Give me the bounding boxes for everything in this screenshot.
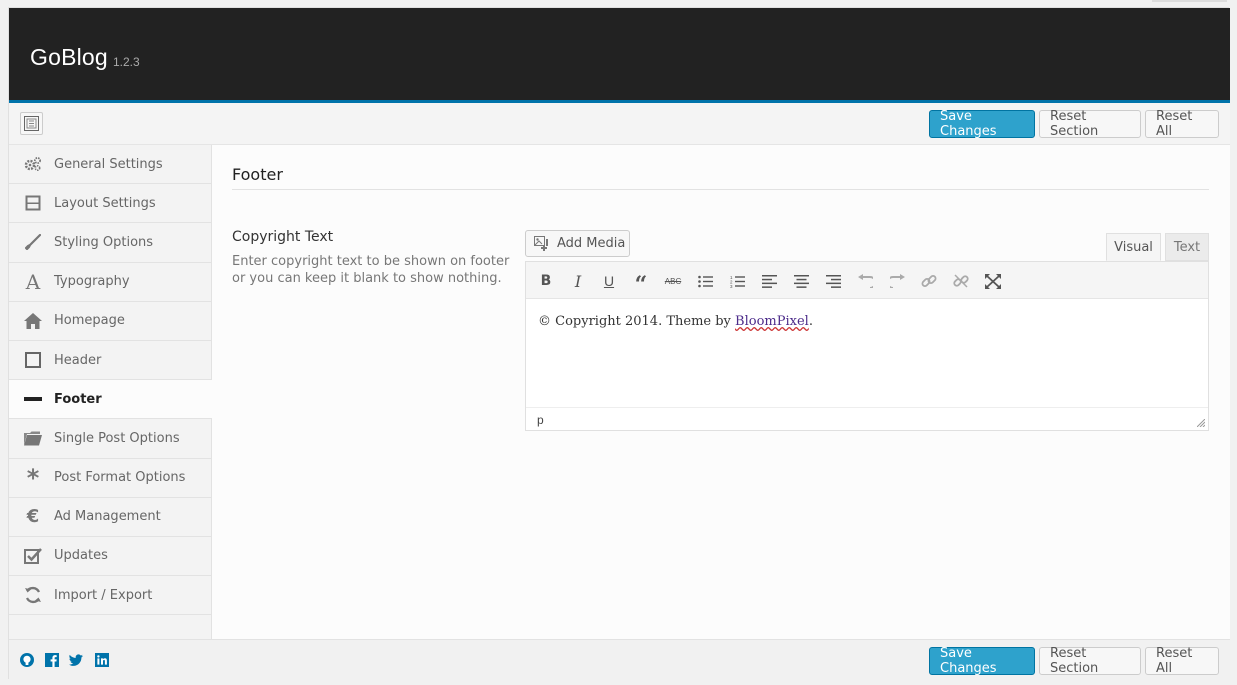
footer-reset-section-button[interactable]: Reset Section [1039,646,1141,676]
home-icon [23,311,43,331]
brush-icon [23,232,43,252]
sidebar-item-label: General Settings [54,156,163,172]
sidebar-item-label: Single Post Options [54,430,180,446]
app-title: GoBlog [30,44,108,70]
expand-options-button[interactable] [20,112,43,135]
sidebar-item-single-post-options[interactable]: Single Post Options [9,419,211,459]
editor-text-suffix: . [808,314,813,329]
panel-footer: Save Changes Reset Section Reset All [9,639,1230,680]
section-divider [232,189,1209,190]
reset-section-button[interactable]: Reset Section [1039,109,1141,139]
rich-text-editor: B I U “ ABC 123 © Copyright 2014. Theme … [525,261,1209,431]
sidebar-item-typography[interactable]: A Typography [9,263,211,302]
unlink-icon[interactable] [950,270,972,292]
linkedin-icon[interactable] [95,653,109,667]
underline-icon[interactable]: U [598,270,620,292]
editor-link[interactable]: BloomPixel [735,314,809,329]
italic-icon[interactable]: I [567,270,589,292]
panel-header: GoBlog 1.2.3 [9,8,1230,103]
sidebar-item-label: Header [54,352,102,368]
strikethrough-icon[interactable]: ABC [662,270,684,292]
save-changes-button[interactable]: Save Changes [929,109,1035,139]
resize-handle-icon[interactable] [1197,419,1205,427]
sidebar-item-styling-options[interactable]: Styling Options [9,223,211,263]
checkbox-icon [23,546,43,566]
typography-icon: A [25,269,41,294]
sidebar-item-general-settings[interactable]: General Settings [9,145,211,185]
section-title: Footer [232,165,283,184]
tab-text[interactable]: Text [1165,233,1209,261]
sidebar-item-label: Footer [54,391,102,407]
fullscreen-icon[interactable] [982,270,1004,292]
media-icon [534,235,548,251]
sidebar-item-label: Import / Export [54,587,153,603]
folder-icon [23,428,43,448]
align-left-icon[interactable] [758,270,780,292]
bold-icon[interactable]: B [535,270,557,292]
bullet-list-icon[interactable] [694,270,716,292]
blockquote-icon[interactable]: “ [630,270,652,298]
asterisk-icon: * [26,463,40,492]
editor-text: © Copyright 2014. Theme by [538,314,736,329]
align-right-icon[interactable] [822,270,844,292]
sidebar-item-homepage[interactable]: Homepage [9,302,211,341]
sidebar-item-updates[interactable]: Updates [9,537,211,577]
element-path[interactable]: p [537,413,544,427]
sidebar-item-label: Homepage [54,313,125,329]
refresh-icon [23,585,43,605]
footer-reset-all-button[interactable]: Reset All [1145,646,1219,676]
sidebar-item-import-export[interactable]: Import / Export [9,576,211,616]
sidebar-item-label: Layout Settings [54,195,156,211]
euro-icon: € [26,506,40,528]
sidebar-item-footer[interactable]: Footer [9,380,212,420]
footer-save-changes-button[interactable]: Save Changes [929,646,1035,676]
github-icon[interactable] [20,653,34,667]
tab-visual[interactable]: Visual [1106,233,1161,261]
app-version: 1.2.3 [113,55,140,69]
gears-icon [23,154,43,174]
sidebar-item-label: Post Format Options [54,470,186,486]
field-title: Copyright Text [232,229,334,245]
list-view-icon [24,116,39,131]
editor-toolbar: B I U “ ABC 123 [526,262,1208,299]
minus-icon [23,389,43,409]
sidebar-menu: General Settings Layout Settings Styling… [9,145,212,639]
top-stub [1152,0,1227,2]
sidebar-item-label: Ad Management [54,509,161,525]
sidebar-item-label: Typography [54,274,130,290]
square-icon [23,350,43,370]
sidebar-item-header[interactable]: Header [9,341,211,381]
sidebar-item-ad-management[interactable]: € Ad Management [9,498,211,537]
editor-statusbar: p [526,407,1208,430]
layout-icon [23,193,43,213]
numbered-list-icon[interactable]: 123 [726,270,748,292]
editor-content[interactable]: © Copyright 2014. Theme by BloomPixel. [538,314,813,329]
redo-icon[interactable] [886,270,908,292]
reset-all-button[interactable]: Reset All [1145,109,1219,139]
align-center-icon[interactable] [790,270,812,292]
top-toolbar: Save Changes Reset Section Reset All [9,103,1230,145]
sidebar-item-post-format-options[interactable]: * Post Format Options [9,459,211,498]
field-description: Enter copyright text to be shown on foot… [232,254,510,286]
link-icon[interactable] [918,270,940,292]
twitter-icon[interactable] [69,653,83,667]
options-panel: GoBlog 1.2.3 Save Changes Reset Section … [8,7,1230,680]
add-media-label: Add Media [557,236,626,251]
sidebar-item-label: Styling Options [54,234,154,250]
sidebar-item-layout-settings[interactable]: Layout Settings [9,184,211,224]
sidebar-item-label: Updates [54,548,108,564]
add-media-button[interactable]: Add Media [525,230,630,257]
svg-text:3: 3 [730,284,733,288]
facebook-icon[interactable] [45,653,59,667]
main-content: Footer Copyright Text Enter copyright te… [212,145,1230,639]
undo-icon[interactable] [854,270,876,292]
